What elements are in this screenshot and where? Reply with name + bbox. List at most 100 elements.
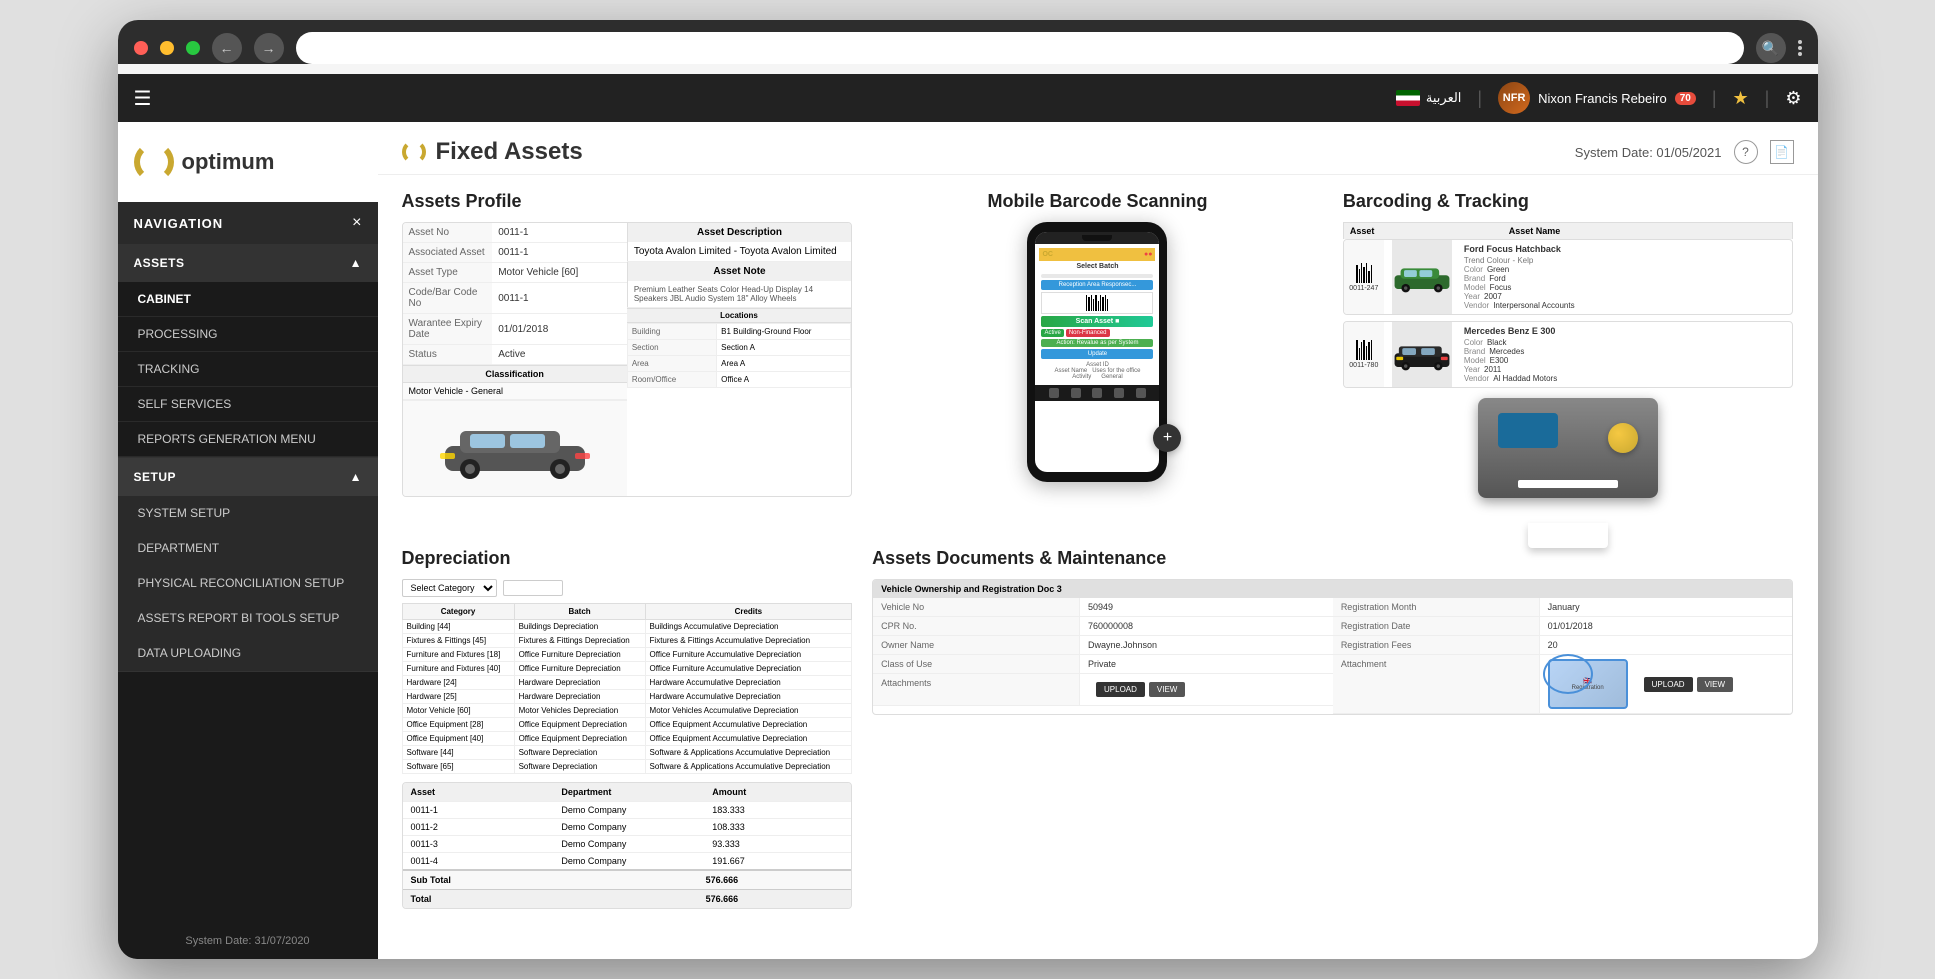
sidebar-item-processing[interactable]: PROCESSING	[118, 317, 378, 352]
barcode-lines-1	[1356, 263, 1372, 283]
nav-close-button[interactable]: ×	[352, 214, 361, 232]
subtotal-value: 576.666	[706, 875, 844, 885]
header-divider-3: |	[1765, 88, 1770, 109]
car-image-area	[403, 400, 627, 496]
year-value: 2007	[1484, 292, 1502, 301]
owner-name-row: Owner Name Dwayne.Johnson	[873, 636, 1333, 655]
asset-no-value: 0011-1	[492, 223, 627, 243]
table-row: Furniture and Fixtures [40] Office Furni…	[402, 662, 852, 676]
view-button-2[interactable]: VIEW	[1697, 677, 1733, 692]
sidebar-item-cabinet[interactable]: CABINET	[118, 282, 378, 317]
back-button[interactable]: ←	[212, 33, 242, 63]
table-row: Office Equipment [40] Office Equipment D…	[402, 732, 852, 746]
amount-row-3: 0011-3 Demo Company 93.333	[403, 835, 852, 852]
category-cell: Hardware [24]	[402, 676, 514, 690]
category-select[interactable]: Select Category	[402, 579, 497, 597]
amount-cell: 93.333	[712, 839, 843, 849]
setup-section-header[interactable]: SETUP ▲	[118, 458, 378, 496]
sidebar-item-system-setup[interactable]: SYSTEM SETUP	[118, 496, 378, 531]
upload-button-2[interactable]: UPLOAD	[1644, 677, 1693, 692]
help-button[interactable]: ?	[1734, 140, 1758, 164]
vehicle-detail-row: Brand Ford	[1464, 274, 1789, 283]
attachment-label: Attachment	[1333, 655, 1540, 713]
warantee-value: 01/01/2018	[492, 314, 627, 345]
reg-fees-row: Registration Fees 20	[1333, 636, 1793, 655]
table-row: Software [44] Software Depreciation Soft…	[402, 746, 852, 760]
phone-header: OC ●●	[1039, 248, 1155, 261]
upload-button-1[interactable]: UPLOAD	[1096, 682, 1145, 697]
sidebar-item-physical-recon[interactable]: PHYSICAL RECONCILIATION SETUP	[118, 566, 378, 601]
assets-section-header[interactable]: ASSETS ▲	[118, 244, 378, 282]
attachment-row: Attachment 🇬🇧	[1333, 655, 1793, 714]
settings-icon[interactable]: ⚙	[1785, 88, 1801, 109]
hamburger-button[interactable]: ☰	[134, 86, 152, 111]
sidebar-item-data-uploading[interactable]: DATA UPLOADING	[118, 636, 378, 671]
category-cell: Furniture and Fixtures [18]	[402, 648, 514, 662]
batch-cell: Hardware Depreciation	[514, 676, 645, 690]
status-label: Status	[403, 345, 493, 365]
notification-badge: 70	[1675, 92, 1696, 105]
sidebar-item-tracking[interactable]: TRACKING	[118, 352, 378, 387]
header-divider-1: |	[1477, 88, 1482, 109]
area-value: Area A	[717, 356, 851, 372]
sidebar-item-department[interactable]: DEPARTMENT	[118, 531, 378, 566]
vehicle-name-1: Ford Focus Hatchback	[1464, 244, 1789, 254]
minimize-window-button[interactable]	[160, 41, 174, 55]
batch-cell: Fixtures & Fittings Depreciation	[514, 634, 645, 648]
brand-label: Brand	[1464, 274, 1485, 283]
category-col: Category	[402, 604, 514, 620]
batch-input[interactable]	[1041, 274, 1153, 278]
forward-button[interactable]: →	[254, 33, 284, 63]
sidebar-item-bi-tools[interactable]: ASSETS REPORT BI TOOLS SETUP	[118, 601, 378, 636]
total-row: Total 576.666	[403, 889, 852, 908]
classification-value: Motor Vehicle - General	[403, 383, 627, 400]
vehicle-name-2: Mercedes Benz E 300	[1464, 326, 1789, 336]
phone-mockup: OC ●● Select Batch Reception Area Respon…	[1027, 222, 1167, 482]
asset-details-mini: Asset ID Asset Name Uses for the office …	[1039, 361, 1155, 381]
table-row: Fixtures & Fittings [45] Fixtures & Fitt…	[402, 634, 852, 648]
attachment-area: 🇬🇧 Registration	[1548, 659, 1785, 709]
vehicle-detail-row: Vendor Interpersonal Accounts	[1464, 301, 1789, 310]
asset-id-2: 0011-780	[1349, 362, 1378, 369]
browser-menu-button[interactable]	[1798, 40, 1802, 56]
close-window-button[interactable]	[134, 41, 148, 55]
credits-cell: Fixtures & Fittings Accumulative Depreci…	[645, 634, 852, 648]
category-cell: Building [44]	[402, 620, 514, 634]
nav-header: NAVIGATION ×	[118, 202, 378, 244]
view-button-1[interactable]: VIEW	[1149, 682, 1185, 697]
vehicle-detail-row: Vendor Al Haddad Motors	[1464, 374, 1789, 383]
favorites-icon[interactable]: ★	[1733, 88, 1749, 109]
section-value: Section A	[717, 340, 851, 356]
credits-cell: Hardware Accumulative Depreciation	[645, 690, 852, 704]
warantee-label: Warantee Expiry Date	[403, 314, 493, 345]
sidebar-item-self-services[interactable]: SELF SERVICES	[118, 387, 378, 422]
table-header-row: Category Batch Credits	[402, 604, 852, 620]
plus-button[interactable]: +	[1153, 424, 1181, 452]
language-button[interactable]: العربية	[1396, 90, 1462, 106]
user-section[interactable]: NFR Nixon Francis Rebeiro 70	[1498, 82, 1696, 114]
maximize-window-button[interactable]	[186, 41, 200, 55]
vehicle-barcode-1: 0011-247	[1344, 240, 1384, 314]
dept-cell: Demo Company	[561, 839, 692, 849]
asset-desc-table: Asset Description Toyota Avalon Limited …	[627, 223, 851, 308]
scan-asset-button[interactable]: Scan Asset ■	[1041, 316, 1153, 327]
user-name: Nixon Francis Rebeiro	[1538, 91, 1667, 106]
document-button[interactable]: 📄	[1770, 140, 1794, 164]
address-bar[interactable]	[296, 32, 1744, 64]
depreciation-title: Depreciation	[402, 548, 853, 569]
sidebar-item-reports[interactable]: REPORTS GENERATION MENU	[118, 422, 378, 457]
color-value: Black	[1487, 338, 1507, 347]
dep-search-input[interactable]	[503, 580, 563, 596]
asset-cell: 0011-4	[411, 856, 542, 866]
app-header: ☰ العربية | NFR Nixon Francis Rebeiro 70…	[118, 74, 1818, 122]
credits-cell: Buildings Accumulative Depreciation	[645, 620, 852, 634]
setup-section-title: SETUP	[134, 470, 177, 484]
vehicle-detail-row: Color Black	[1464, 338, 1789, 347]
search-icon[interactable]: 🔍	[1756, 33, 1786, 63]
update-button[interactable]: Update	[1041, 349, 1153, 359]
subtotal-label: Sub Total	[411, 875, 686, 885]
reg-fees-value: 20	[1540, 636, 1793, 654]
batch-cell: Office Equipment Depreciation	[514, 732, 645, 746]
printer-screen-display	[1498, 413, 1558, 448]
category-cell: Furniture and Fixtures [40]	[402, 662, 514, 676]
